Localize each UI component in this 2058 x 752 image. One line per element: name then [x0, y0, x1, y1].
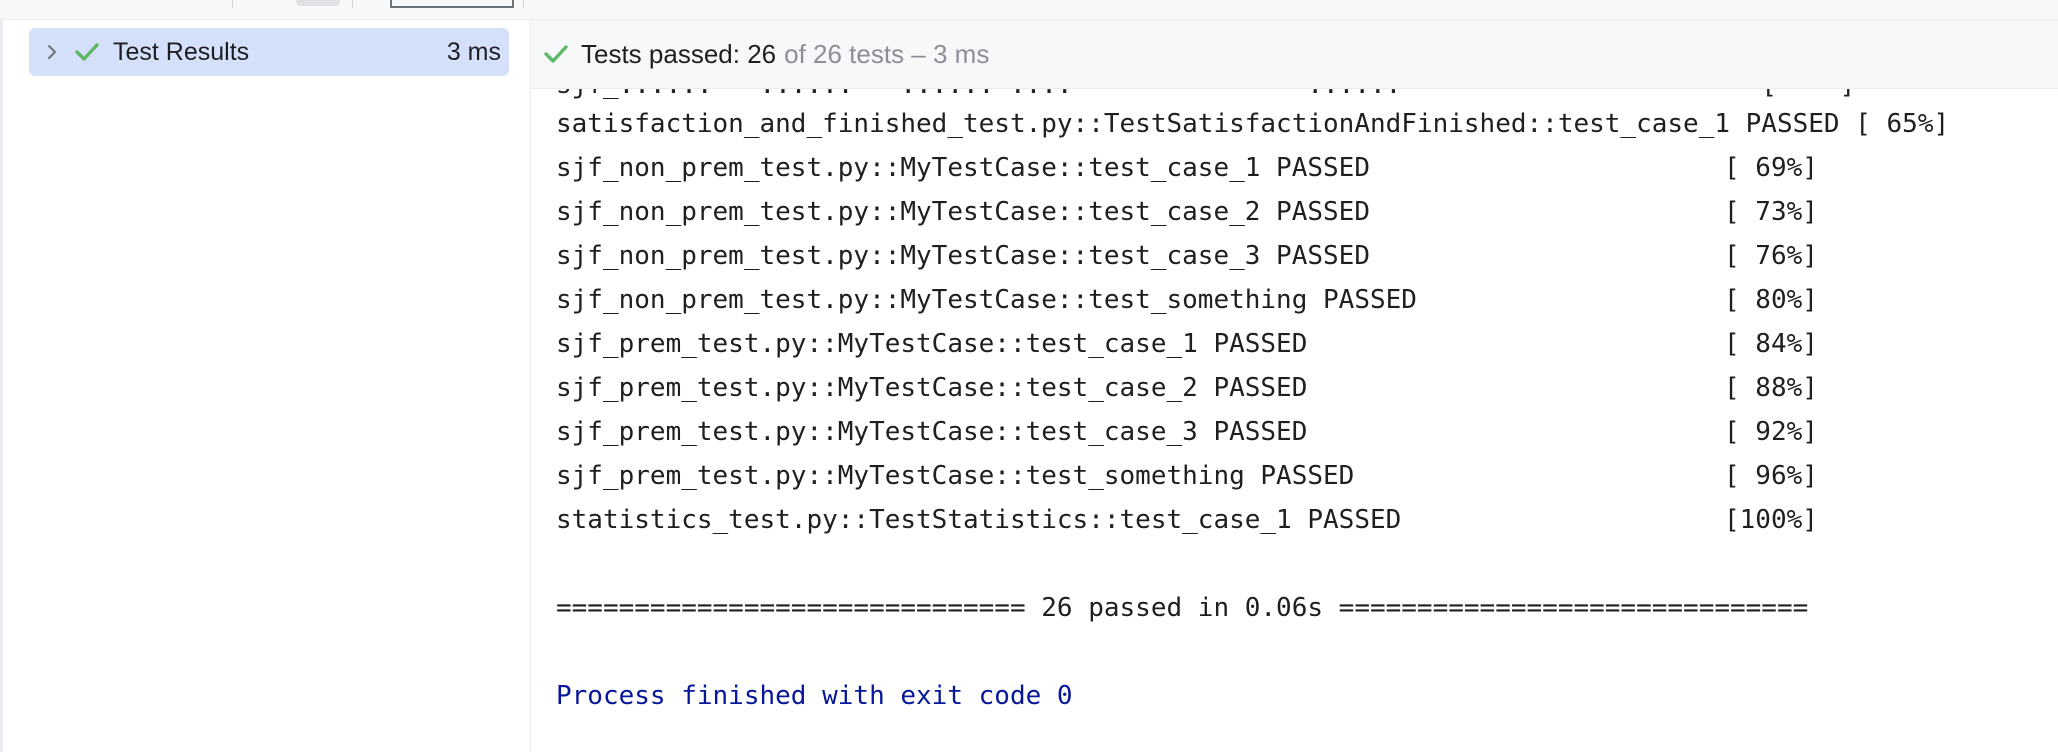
toolbar-separator — [352, 0, 353, 8]
console-line: sjf_prem_test.py::MyTestCase::test_somet… — [556, 461, 1355, 491]
console-line-clipped: sjf_...... ...... ...... .... ...... [ ] — [556, 89, 1855, 102]
tree-item-duration: 3 ms — [446, 37, 501, 66]
console-line-progress: [ 69%] — [1724, 153, 1818, 183]
console-line: sjf_non_prem_test.py::MyTestCase::test_c… — [556, 241, 1370, 271]
console-output[interactable]: sjf_...... ...... ...... .... ...... [ ]… — [531, 89, 2058, 752]
check-icon — [71, 41, 103, 63]
toolbar-selected-button[interactable] — [296, 0, 340, 6]
tree-item-test-results[interactable]: Test Results 3 ms — [29, 28, 509, 76]
console-line: sjf_non_prem_test.py::MyTestCase::test_c… — [556, 153, 1370, 183]
tests-passed-count: Tests passed: 26 — [581, 38, 777, 69]
top-toolbar-strip — [0, 0, 2058, 20]
console-line: sjf_prem_test.py::MyTestCase::test_case_… — [556, 417, 1308, 447]
process-finished-line: Process finished with exit code 0 — [556, 681, 1073, 711]
toolbar-separator — [232, 0, 233, 8]
console-line: sjf_non_prem_test.py::MyTestCase::test_s… — [556, 285, 1417, 315]
toolbar-bracket-icon[interactable] — [390, 0, 514, 8]
check-icon — [539, 43, 573, 65]
console-line: sjf_prem_test.py::MyTestCase::test_case_… — [556, 373, 1308, 403]
console-line-progress: [ 88%] — [1724, 373, 1818, 403]
console-summary-line: ============================== 26 passed… — [556, 593, 1809, 623]
console-line-progress: [ 84%] — [1724, 329, 1818, 359]
tests-total-summary: of 26 tests – 3 ms — [784, 38, 990, 69]
test-tree-panel: Test Results 3 ms — [3, 20, 531, 752]
toolbar-separator — [523, 0, 524, 8]
console-line: sjf_prem_test.py::MyTestCase::test_case_… — [556, 329, 1308, 359]
console-line: satisfaction_and_finished_test.py::TestS… — [556, 109, 1950, 139]
console-line-progress: [ 96%] — [1724, 461, 1818, 491]
tree-item-label: Test Results — [113, 37, 250, 66]
console-line: sjf_non_prem_test.py::MyTestCase::test_c… — [556, 197, 1370, 227]
chevron-right-icon[interactable] — [37, 43, 67, 61]
console-line-progress: [100%] — [1724, 505, 1818, 535]
console-line: statistics_test.py::TestStatistics::test… — [556, 505, 1402, 535]
console-line-progress: [ 76%] — [1724, 241, 1818, 271]
console-line-progress: [ 80%] — [1724, 285, 1818, 315]
test-status-bar: Tests passed: 26 of 26 tests – 3 ms — [531, 20, 2058, 89]
console-line-progress: [ 92%] — [1724, 417, 1818, 447]
console-line-progress: [ 73%] — [1724, 197, 1818, 227]
